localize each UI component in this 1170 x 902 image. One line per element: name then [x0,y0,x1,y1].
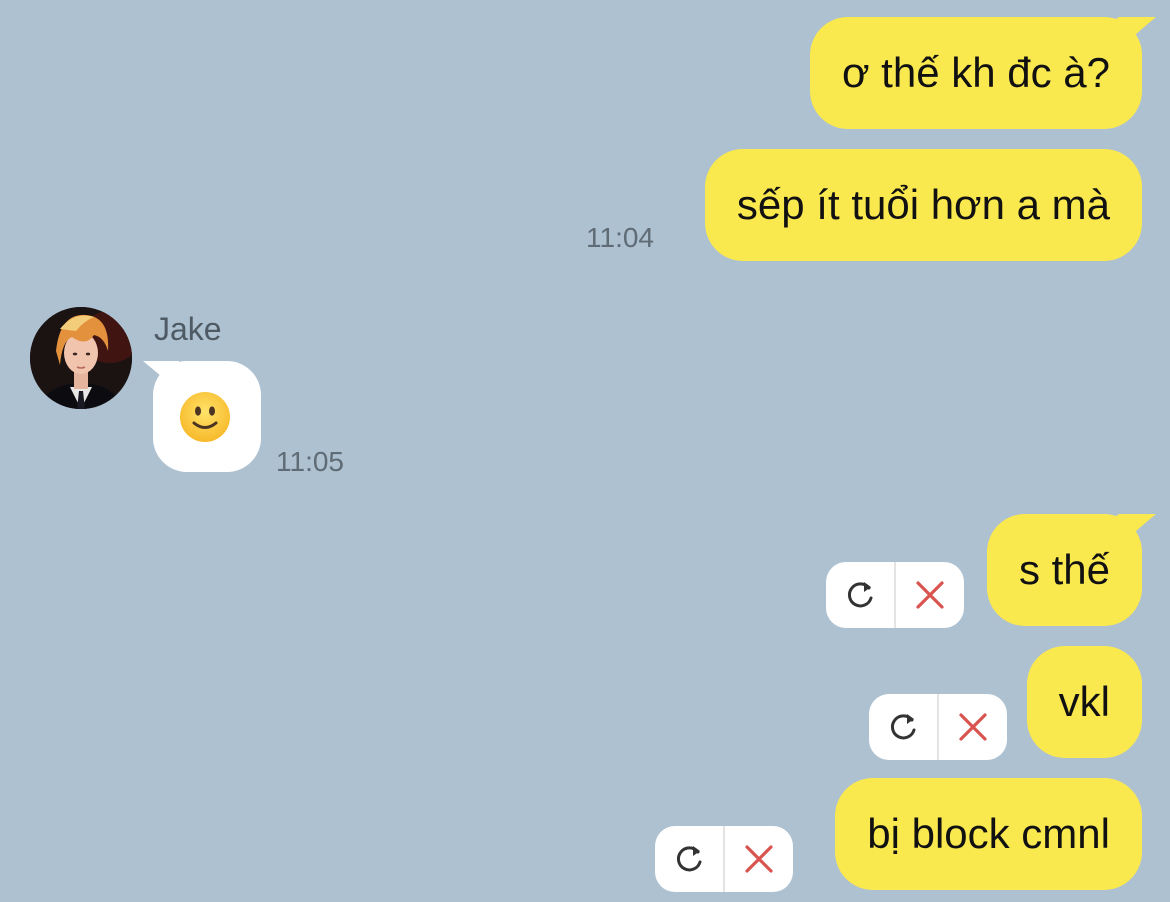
avatar[interactable] [30,307,132,409]
refresh-icon [676,846,702,872]
retry-button[interactable] [826,562,894,628]
sender-name: Jake [154,311,222,347]
message-text: s thế [1018,546,1110,593]
chat-room: ơ thế kh đc à? sếp ít tuổi hơn a mà 11:0… [0,0,1170,902]
outgoing-message[interactable]: s thế [986,514,1142,626]
outgoing-message[interactable]: vkl [1026,646,1142,758]
close-icon [959,713,987,741]
message-text: ơ thế kh đc à? [841,49,1110,96]
message-text: sếp ít tuổi hơn a mà [736,181,1110,228]
refresh-icon [847,582,873,608]
failed-message-actions [826,562,964,628]
retry-button[interactable] [655,826,723,892]
outgoing-message[interactable]: bị block cmnl [835,778,1142,890]
close-icon [745,845,773,873]
retry-button[interactable] [869,694,937,760]
message-text: bị block cmnl [867,810,1110,857]
message-timestamp: 11:04 [586,222,654,253]
outgoing-message[interactable]: sếp ít tuổi hơn a mà [704,149,1142,261]
message-text: vkl [1058,678,1110,725]
refresh-icon [890,714,916,740]
slightly-smiling-face-icon [180,392,230,442]
failed-message-actions [655,826,793,892]
cancel-button[interactable] [937,694,1007,760]
failed-message-actions [869,694,1007,760]
incoming-message[interactable] [153,361,261,472]
close-icon [916,581,944,609]
outgoing-message[interactable]: ơ thế kh đc à? [809,17,1142,129]
cancel-button[interactable] [723,826,793,892]
message-timestamp: 11:05 [276,446,344,477]
cancel-button[interactable] [894,562,964,628]
